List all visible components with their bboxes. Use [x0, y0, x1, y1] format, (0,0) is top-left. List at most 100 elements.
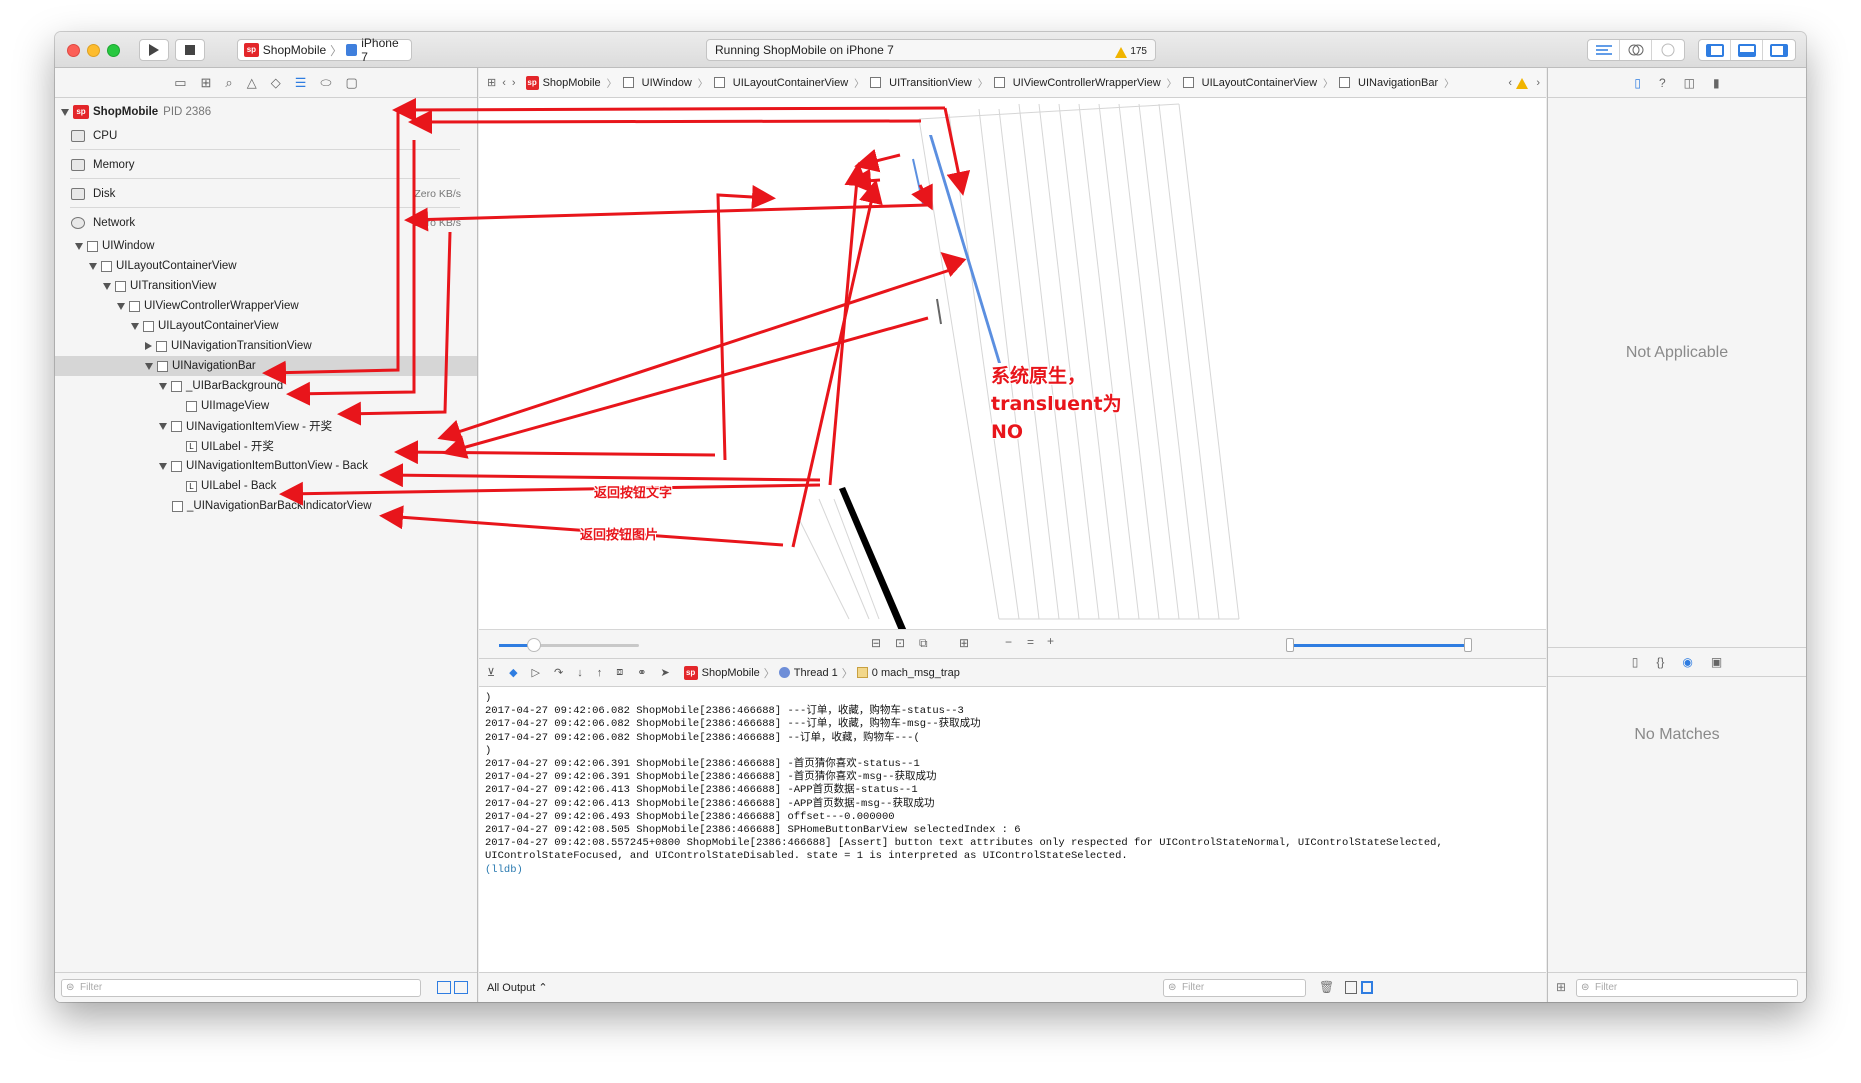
minimize-window-button[interactable]: [87, 44, 100, 57]
tree-item[interactable]: UINavigationTransitionView: [145, 336, 312, 356]
filter-option-icon[interactable]: [437, 981, 451, 994]
gauge-memory[interactable]: Memory: [71, 155, 461, 175]
tree-item[interactable]: L UILabel - Back: [186, 476, 276, 496]
view-debugger-icon[interactable]: ⧈: [616, 666, 623, 679]
disclosure-down-icon[interactable]: [61, 108, 69, 116]
breadcrumb-item[interactable]: UITransitionView: [870, 75, 988, 90]
debug-navigator-icon[interactable]: ☰: [295, 75, 307, 91]
related-items-icon[interactable]: ⊞: [487, 76, 496, 89]
trash-icon[interactable]: 🗑: [1319, 980, 1334, 994]
warning-badge[interactable]: 175: [1115, 42, 1147, 62]
tree-item[interactable]: UILayoutContainerView: [131, 316, 279, 336]
tree-item[interactable]: UIViewControllerWrapperView: [117, 296, 299, 316]
file-template-icon[interactable]: ▯: [1632, 655, 1639, 669]
app-icon: sp: [244, 43, 259, 57]
orient-toggle-icon[interactable]: ⊞: [959, 636, 969, 650]
symbol-icon[interactable]: ⊞: [201, 75, 212, 91]
grid-view-icon[interactable]: ⊞: [1556, 980, 1566, 994]
panel-toggle-segmented[interactable]: [1698, 39, 1796, 61]
find-icon[interactable]: ⌕: [225, 75, 232, 91]
range-slider-track[interactable]: [1286, 638, 1472, 652]
tree-item[interactable]: UITransitionView: [103, 276, 216, 296]
toggle-navigator-icon[interactable]: [1699, 40, 1731, 60]
location-icon[interactable]: ➤: [660, 666, 669, 679]
test-icon[interactable]: ◇: [271, 75, 281, 91]
toggle-utilities-icon[interactable]: [1763, 40, 1795, 60]
lldb-prompt[interactable]: (lldb): [485, 864, 1540, 877]
tree-item[interactable]: UINavigationItemButtonView - Back: [159, 456, 368, 476]
clipping-toggle-icon[interactable]: ⊟: [871, 636, 881, 650]
gauge-cpu[interactable]: CPU: [71, 126, 461, 146]
step-over-icon[interactable]: ↷: [554, 666, 563, 679]
report-icon[interactable]: ▢: [345, 75, 357, 91]
tree-item[interactable]: L UILabel - 开奖: [186, 436, 274, 456]
zoom-actual-icon[interactable]: =: [1027, 635, 1034, 649]
filter-option-icon[interactable]: [454, 981, 468, 994]
spacing-slider-track[interactable]: [499, 638, 639, 652]
issue-icon[interactable]: △: [247, 75, 257, 91]
spacing-slider-thumb[interactable]: [527, 638, 541, 652]
object-library-icon[interactable]: ◉: [1682, 655, 1692, 669]
breadcrumb-item[interactable]: UILayoutContainerView: [713, 75, 864, 90]
breakpoint-icon[interactable]: ⬭: [320, 75, 331, 91]
breadcrumb-item[interactable]: UIViewControllerWrapperView: [993, 75, 1177, 90]
variables-view-toggle-icon[interactable]: [1345, 981, 1357, 994]
size-inspector-icon[interactable]: ▮: [1713, 76, 1720, 90]
process-row[interactable]: sp ShopMobile PID 2386: [61, 102, 211, 122]
breakpoints-toggle-icon[interactable]: ◆: [509, 666, 517, 679]
console-view-toggle-icon[interactable]: [1361, 981, 1373, 994]
close-window-button[interactable]: [67, 44, 80, 57]
breadcrumb-item[interactable]: sp ShopMobile: [525, 75, 617, 90]
hide-debug-area-icon[interactable]: ⊻: [487, 666, 495, 679]
tree-item[interactable]: UIImageView: [186, 396, 269, 416]
file-inspector-icon[interactable]: ▯: [1634, 76, 1641, 90]
forward-arrow-icon[interactable]: ›: [512, 77, 516, 89]
breadcrumb-item[interactable]: UINavigationBar: [1339, 75, 1454, 90]
step-out-icon[interactable]: ↑: [597, 667, 603, 679]
constraints-toggle-icon[interactable]: ⊡: [895, 636, 905, 650]
navigator-filter-input[interactable]: Filter: [61, 979, 421, 997]
tree-item[interactable]: _UINavigationBarBackIndicatorView: [172, 496, 372, 516]
run-button[interactable]: [139, 39, 169, 61]
console-filter-input[interactable]: Filter: [1163, 979, 1306, 997]
library-filter-input[interactable]: Filter: [1576, 979, 1798, 997]
content-toggle-icon[interactable]: ⧉: [919, 636, 928, 651]
standard-editor-icon[interactable]: [1588, 40, 1620, 60]
editor-mode-segmented[interactable]: [1587, 39, 1685, 61]
memory-graph-icon[interactable]: ⚭: [637, 666, 646, 679]
toggle-debug-area-icon[interactable]: [1731, 40, 1763, 60]
continue-icon[interactable]: ▷: [532, 666, 540, 679]
warning-icon[interactable]: [1516, 78, 1528, 89]
folder-icon[interactable]: ▭: [174, 75, 186, 91]
tree-item[interactable]: _UIBarBackground: [159, 376, 283, 396]
breadcrumb-item[interactable]: UILayoutContainerView: [1182, 75, 1333, 90]
range-slider-end[interactable]: [1464, 638, 1472, 652]
tree-item[interactable]: UINavigationItemView - 开奖: [159, 416, 332, 436]
next-issue-icon[interactable]: ›: [1536, 77, 1540, 89]
previous-issue-icon[interactable]: ‹: [1508, 77, 1512, 89]
tree-item-selected[interactable]: UINavigationBar: [55, 356, 477, 376]
code-snippet-icon[interactable]: {}: [1656, 655, 1664, 669]
back-arrow-icon[interactable]: ‹: [502, 77, 506, 89]
output-select[interactable]: All Output ⌃: [487, 981, 548, 994]
tree-item[interactable]: UIWindow: [75, 236, 154, 256]
range-slider-start[interactable]: [1286, 638, 1294, 652]
zoom-window-button[interactable]: [107, 44, 120, 57]
breadcrumb-item[interactable]: UIWindow: [622, 75, 708, 90]
version-editor-icon[interactable]: [1652, 40, 1684, 60]
scheme-selector[interactable]: sp ShopMobile 〉 iPhone 7: [237, 36, 412, 64]
assistant-editor-icon[interactable]: [1620, 40, 1652, 60]
step-into-icon[interactable]: ↓: [577, 667, 583, 679]
gauge-network[interactable]: Network Zero KB/s: [71, 213, 461, 233]
zoom-out-icon[interactable]: −: [1005, 635, 1012, 649]
gauge-disk[interactable]: Disk Zero KB/s: [71, 184, 461, 204]
quick-help-icon[interactable]: ?: [1659, 76, 1666, 90]
activity-text: Running ShopMobile on iPhone 7: [715, 43, 894, 57]
media-library-icon[interactable]: ▣: [1711, 655, 1722, 669]
zoom-in-icon[interactable]: +: [1047, 634, 1054, 648]
console-output[interactable]: ) 2017-04-27 09:42:06.082 ShopMobile[238…: [479, 688, 1546, 973]
tree-item[interactable]: UILayoutContainerView: [89, 256, 237, 276]
stop-button[interactable]: [175, 39, 205, 61]
object-inspector-icon[interactable]: ◫: [1684, 76, 1695, 90]
debug-breadcrumb[interactable]: sp ShopMobile 〉 Thread 1 〉 0 mach_msg_tr…: [683, 665, 960, 681]
